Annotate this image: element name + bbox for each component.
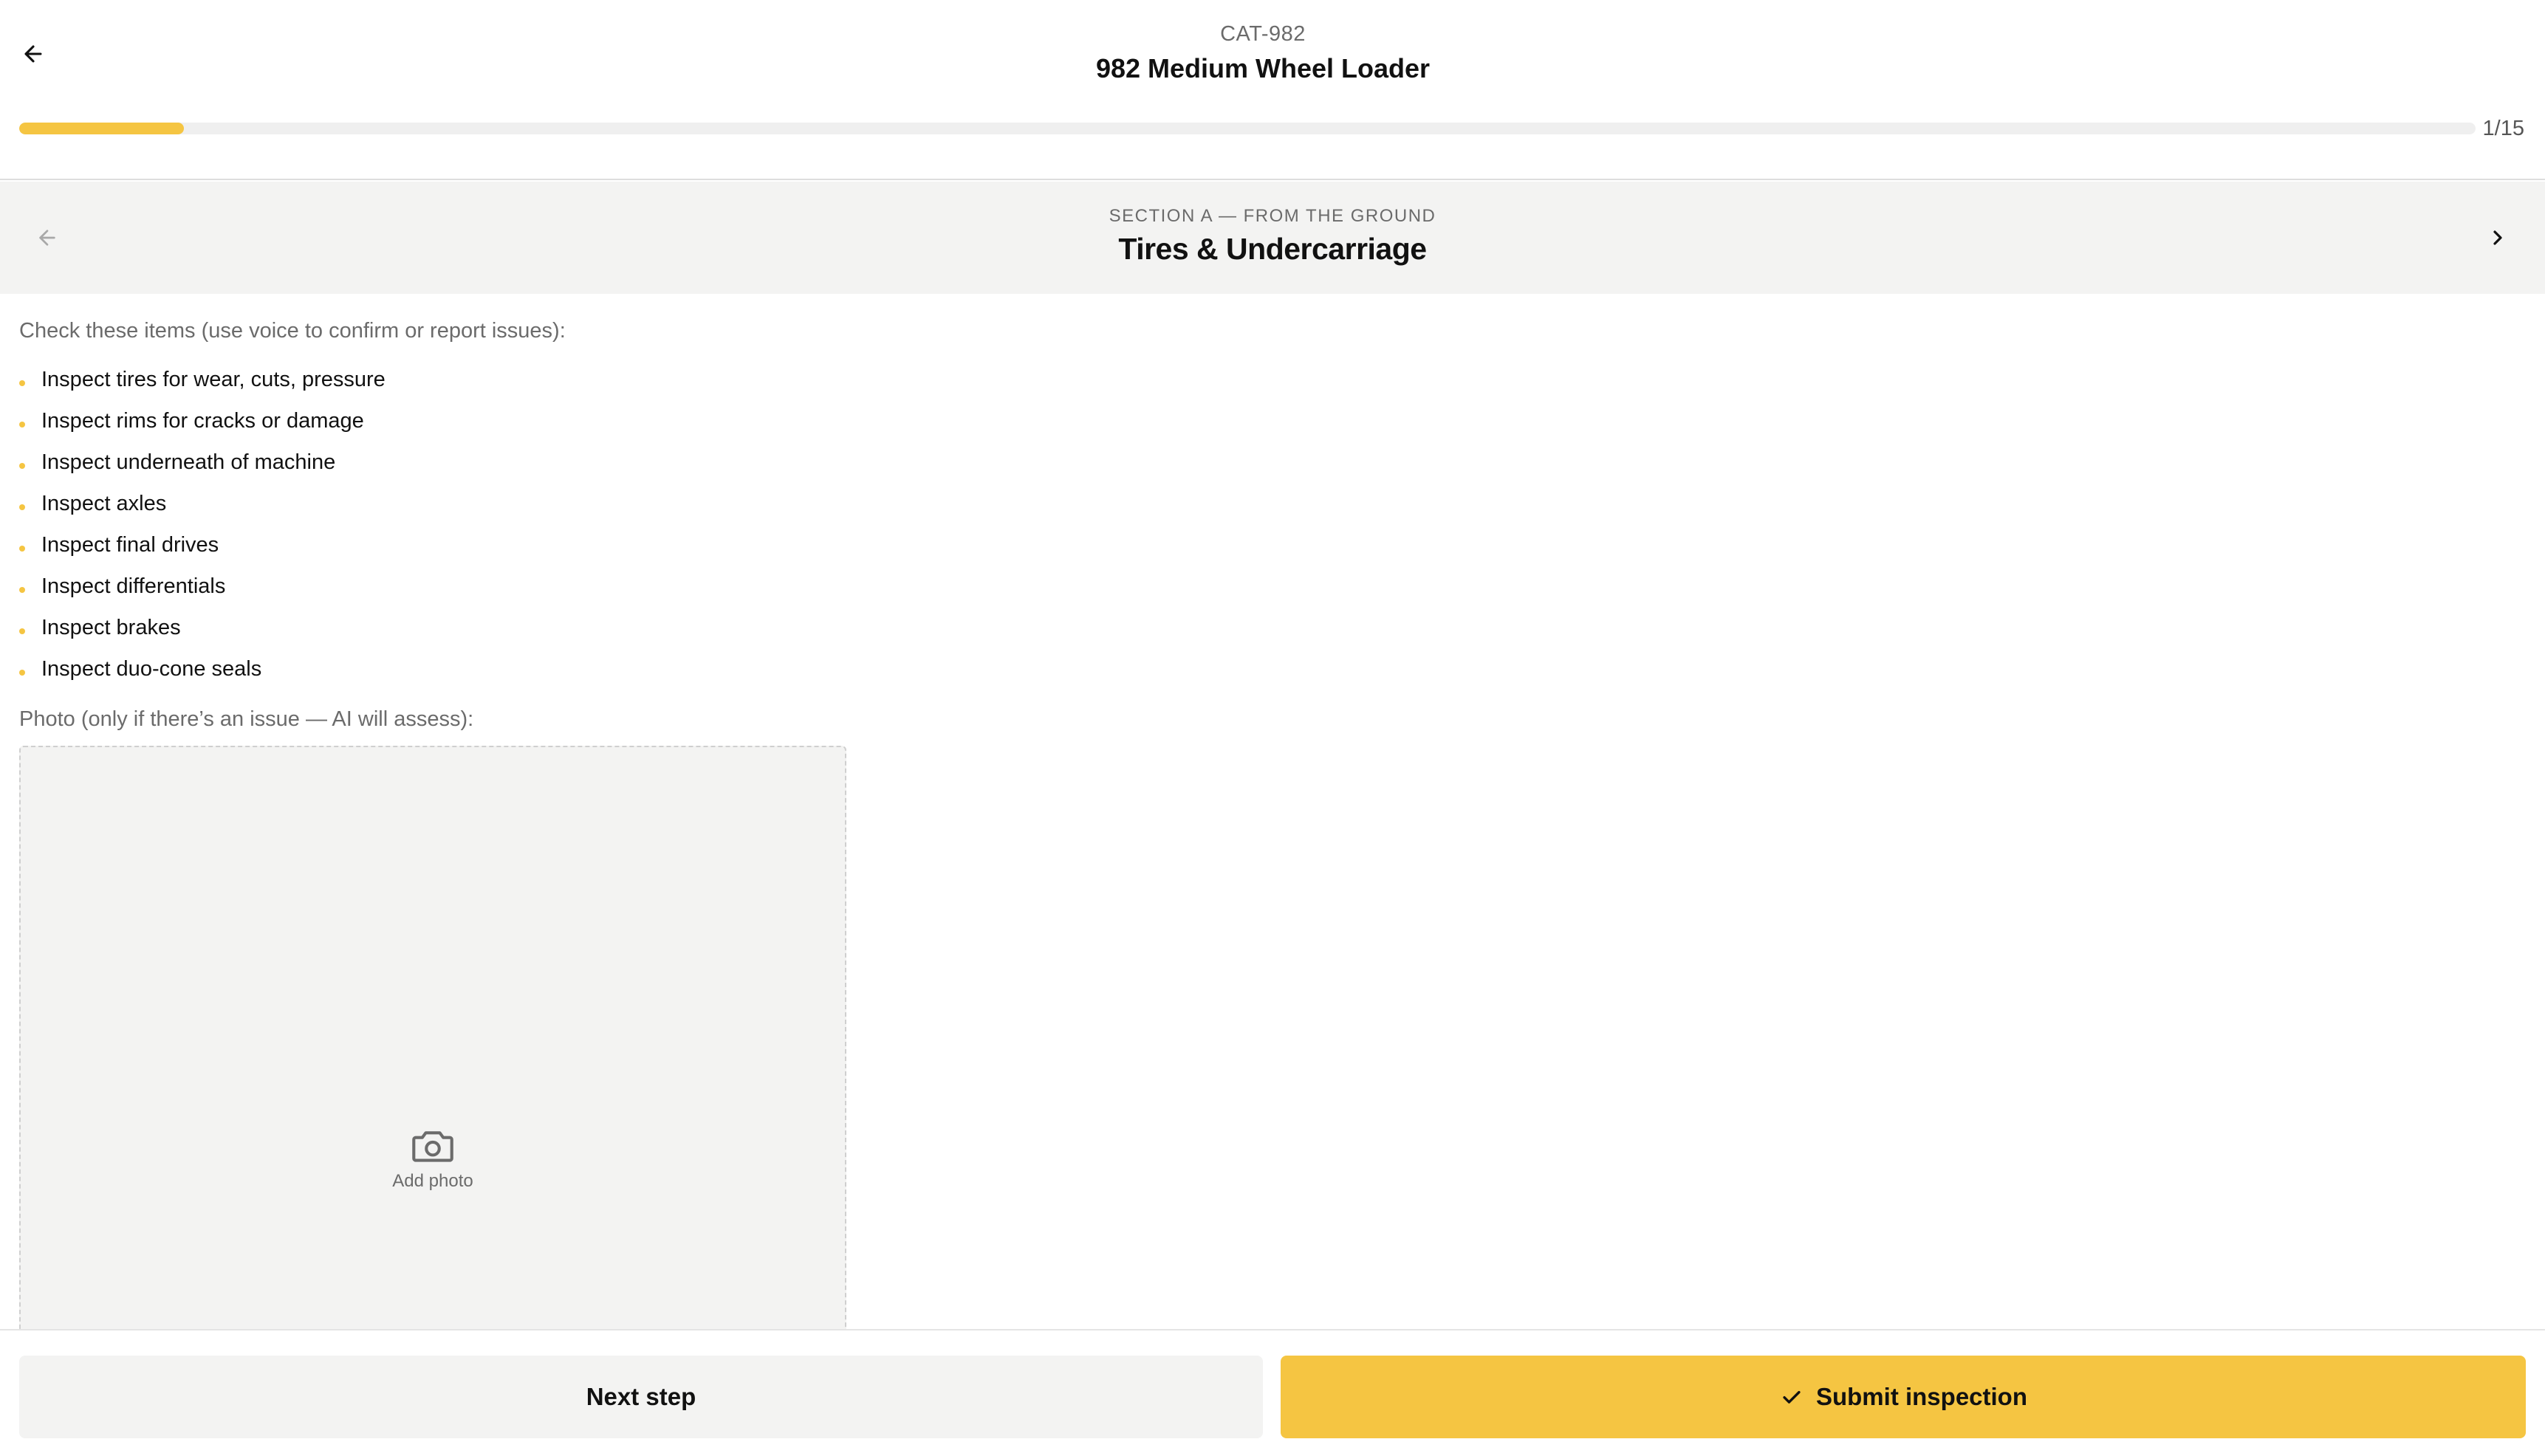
- checklist-item: Inspect differentials: [19, 566, 386, 607]
- machine-code: CAT-982: [1220, 22, 1306, 46]
- photo-label: Photo (only if there’s an issue — AI wil…: [19, 707, 474, 731]
- inspection-screen: CAT-982 982 Medium Wheel Loader 1/15 SEC…: [0, 0, 2545, 1456]
- checklist-item-label: Inspect differentials: [41, 574, 226, 598]
- checklist-item: Inspect brakes: [19, 607, 386, 648]
- checklist-item: Inspect axles: [19, 483, 386, 524]
- checklist-item: Inspect rims for cracks or damage: [19, 400, 386, 442]
- checklist-instructions: Check these items (use voice to confirm …: [19, 319, 566, 343]
- add-photo-dropzone[interactable]: Add photo: [19, 746, 846, 1336]
- checklist: Inspect tires for wear, cuts, pressure I…: [19, 359, 386, 690]
- next-step-label: Next step: [586, 1383, 696, 1410]
- checklist-item: Inspect final drives: [19, 524, 386, 566]
- submit-inspection-button[interactable]: Submit inspection: [1281, 1356, 2526, 1438]
- check-icon: [1783, 1390, 1801, 1404]
- machine-name: 982 Medium Wheel Loader: [1095, 53, 1431, 83]
- progress-counter: 1/15: [2482, 117, 2524, 140]
- bullet-dot: [19, 463, 25, 469]
- section-title: Tires & Undercarriage: [1118, 232, 1427, 266]
- bullet-dot: [19, 670, 25, 676]
- next-section-button[interactable]: [2480, 220, 2515, 255]
- checklist-item-label: Inspect final drives: [41, 532, 219, 557]
- progress-bar: [19, 123, 2476, 134]
- bullet-dot: [19, 504, 25, 510]
- checklist-item-label: Inspect underneath of machine: [41, 450, 336, 474]
- add-photo-content: Add photo: [21, 1125, 845, 1192]
- checklist-item-label: Inspect axles: [41, 491, 167, 515]
- bullet-dot: [19, 628, 25, 634]
- checklist-item-label: Inspect rims for cracks or damage: [41, 408, 364, 433]
- section-eyebrow: SECTION A — FROM THE GROUND: [1109, 206, 1436, 226]
- chevron-right-icon: [2493, 230, 2502, 245]
- checklist-item-label: Inspect brakes: [41, 615, 181, 639]
- bullet-dot: [19, 587, 25, 593]
- add-photo-label: Add photo: [392, 1171, 473, 1191]
- next-step-button[interactable]: Next step: [19, 1356, 1263, 1438]
- camera-icon: [412, 1131, 453, 1162]
- checklist-item: Inspect duo-cone seals: [19, 648, 386, 690]
- submit-inspection-label: Submit inspection: [1815, 1383, 2027, 1410]
- bullet-dot: [19, 380, 25, 386]
- section-navigator: SECTION A — FROM THE GROUND Tires & Unde…: [0, 182, 2545, 294]
- progress-fill: [19, 123, 184, 134]
- header: CAT-982 982 Medium Wheel Loader 1/15: [0, 0, 2545, 180]
- checklist-item-label: Inspect tires for wear, cuts, pressure: [41, 367, 386, 391]
- checklist-item: Inspect underneath of machine: [19, 442, 386, 483]
- checklist-item: Inspect tires for wear, cuts, pressure: [19, 359, 386, 400]
- bullet-dot: [19, 546, 25, 552]
- bullet-dot: [19, 422, 25, 427]
- footer-actions: Next step Submit inspection: [0, 1329, 2545, 1456]
- checklist-item-label: Inspect duo-cone seals: [41, 656, 262, 681]
